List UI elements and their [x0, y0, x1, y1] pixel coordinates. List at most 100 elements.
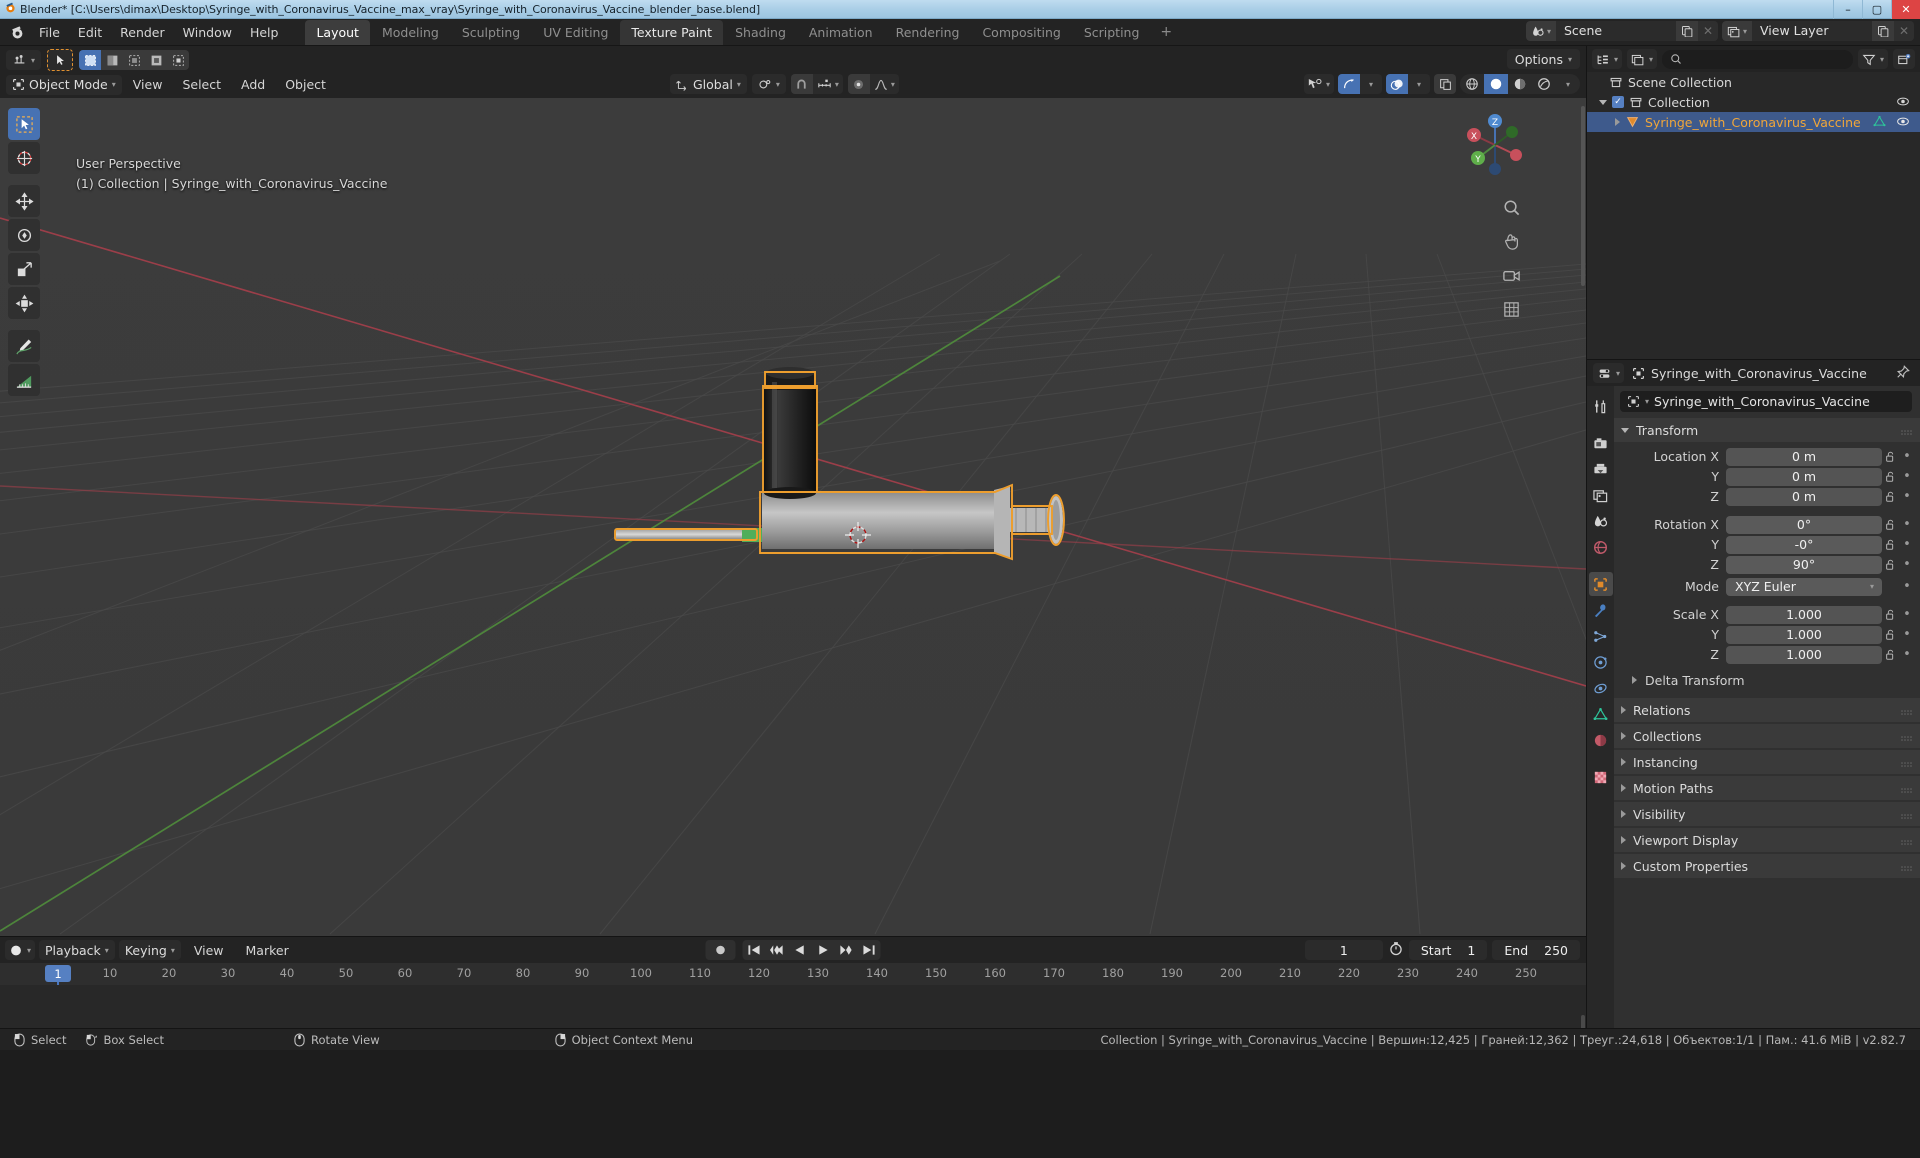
timeline-marker-menu[interactable]: Marker — [237, 940, 298, 961]
workspace-tab-scripting[interactable]: Scripting — [1073, 20, 1151, 45]
viewport-3d[interactable]: ▾ Object Mode ▾ View Select Add Object G… — [0, 46, 1586, 936]
use-preview-range-icon[interactable] — [1388, 941, 1404, 959]
end-frame-value[interactable]: 250 — [1544, 943, 1568, 958]
animate-location-x-icon[interactable]: • — [1899, 450, 1915, 463]
select-extend-button[interactable] — [101, 50, 124, 70]
object-visibility-eye-icon[interactable] — [1896, 115, 1910, 131]
input-scale-x[interactable]: 1.000 — [1726, 605, 1882, 624]
tab-physics[interactable] — [1589, 650, 1613, 674]
end-frame-field[interactable]: End 250 — [1492, 940, 1580, 960]
panel-header-collections[interactable]: Collections — [1614, 724, 1920, 748]
lock-rotation-y-icon[interactable] — [1882, 539, 1899, 551]
outliner-row-scene-collection[interactable]: Scene Collection — [1587, 72, 1920, 92]
editor-type-selector[interactable]: ▾ — [6, 50, 42, 70]
outliner-editor-type-selector[interactable]: ▾ — [1592, 49, 1623, 69]
menu-help[interactable]: Help — [241, 22, 288, 43]
viewport-menu-object[interactable]: Object — [276, 74, 335, 95]
object-name-field[interactable]: ▾ Syringe_with_Coronavirus_Vaccine — [1620, 391, 1912, 412]
input-rotation-x[interactable]: 0° — [1726, 515, 1882, 534]
lock-rotation-x-icon[interactable] — [1882, 519, 1899, 531]
tab-object-data[interactable] — [1589, 702, 1613, 726]
outliner-row-collection[interactable]: ✓ Collection — [1587, 92, 1920, 112]
show-gizmo-toggle[interactable] — [1338, 74, 1360, 94]
collection-visibility-eye-icon[interactable] — [1896, 95, 1910, 111]
solid-shading-button[interactable] — [1484, 74, 1508, 94]
panel-header-delta-transform[interactable]: Delta Transform — [1614, 670, 1920, 690]
view-layer-selector[interactable]: ▾ View Layer ✕ — [1721, 21, 1914, 41]
mesh-data-icon[interactable] — [1873, 115, 1886, 131]
input-rotation-y[interactable]: -0° — [1726, 535, 1882, 554]
tab-particles[interactable] — [1589, 624, 1613, 648]
gizmo-options-dropdown[interactable]: ▾ — [1360, 74, 1382, 94]
object-expand-triangle-icon[interactable] — [1615, 118, 1620, 126]
zoom-view-icon[interactable] — [1498, 194, 1524, 220]
pivot-point-selector[interactable]: ▾ — [751, 74, 786, 94]
input-scale-y[interactable]: 1.000 — [1726, 625, 1882, 644]
tab-view-layer[interactable] — [1589, 483, 1613, 507]
navigation-gizmo[interactable]: Z X Y — [1456, 106, 1534, 184]
timeline-playback-menu[interactable]: Playback ▾ — [39, 940, 115, 960]
tool-rotate[interactable] — [8, 219, 40, 251]
panel-header-instancing[interactable]: Instancing — [1614, 750, 1920, 774]
lock-rotation-z-icon[interactable] — [1882, 559, 1899, 571]
lock-location-z-icon[interactable] — [1882, 491, 1899, 503]
timeline-playhead[interactable]: 1 — [45, 965, 71, 982]
select-invert-button[interactable] — [145, 50, 168, 70]
input-location-x[interactable]: 0 m — [1726, 447, 1882, 466]
animate-location-z-icon[interactable]: • — [1899, 490, 1915, 503]
menu-edit[interactable]: Edit — [69, 22, 111, 43]
play-button[interactable] — [812, 940, 835, 960]
tab-object[interactable] — [1588, 572, 1613, 596]
add-workspace-button[interactable]: + — [1151, 20, 1181, 44]
options-button[interactable]: Options ▾ — [1506, 49, 1580, 69]
lock-scale-y-icon[interactable] — [1882, 629, 1899, 641]
viewport-menu-select[interactable]: Select — [173, 74, 230, 95]
play-reverse-button[interactable] — [789, 940, 812, 960]
lock-location-y-icon[interactable] — [1882, 471, 1899, 483]
view-layer-new-icon[interactable] — [1872, 21, 1894, 41]
auto-keying-button[interactable] — [705, 940, 736, 960]
workspace-tab-uv-editing[interactable]: UV Editing — [532, 20, 619, 45]
tool-move[interactable] — [8, 185, 40, 217]
animate-rotation-y-icon[interactable]: • — [1899, 538, 1915, 551]
workspace-tab-rendering[interactable]: Rendering — [885, 20, 971, 45]
viewport-scrollbar[interactable] — [1581, 106, 1585, 286]
toggle-orthographic-icon[interactable] — [1498, 296, 1524, 322]
panel-header-viewport-display[interactable]: Viewport Display — [1614, 828, 1920, 852]
menu-render[interactable]: Render — [111, 22, 174, 43]
tab-scene[interactable] — [1589, 509, 1613, 533]
select-set-button[interactable] — [79, 50, 102, 70]
tool-transform[interactable] — [8, 287, 40, 319]
workspace-tab-texture-paint[interactable]: Texture Paint — [620, 19, 724, 45]
collection-expand-triangle-icon[interactable] — [1599, 99, 1607, 105]
animate-scale-y-icon[interactable]: • — [1899, 628, 1915, 641]
tab-modifiers[interactable] — [1589, 598, 1613, 622]
workspace-tab-animation[interactable]: Animation — [798, 20, 884, 45]
scene-selector[interactable]: ▾ Scene ✕ — [1525, 21, 1718, 41]
workspace-tab-sculpting[interactable]: Sculpting — [451, 20, 531, 45]
view-layer-name[interactable]: View Layer — [1752, 21, 1872, 41]
material-preview-button[interactable] — [1508, 74, 1532, 94]
timeline-editor-type-selector[interactable]: ▾ — [5, 940, 36, 960]
scene-new-icon[interactable] — [1675, 21, 1698, 41]
panel-header-custom-properties[interactable]: Custom Properties — [1614, 854, 1920, 878]
shading-options-dropdown[interactable]: ▾ — [1556, 74, 1580, 94]
viewport-menu-view[interactable]: View — [124, 74, 172, 95]
transform-orientation-selector[interactable]: Global ▾ — [670, 74, 747, 94]
input-scale-z[interactable]: 1.000 — [1726, 645, 1882, 664]
panel-header-visibility[interactable]: Visibility — [1614, 802, 1920, 826]
outliner-filter-button[interactable]: ▾ — [1857, 49, 1888, 69]
blender-logo-icon[interactable] — [4, 21, 30, 43]
view-layer-icon[interactable]: ▾ — [1721, 21, 1752, 41]
scene-name[interactable]: Scene — [1555, 21, 1676, 41]
tool-annotate[interactable] — [8, 330, 40, 362]
camera-view-icon[interactable] — [1498, 262, 1524, 288]
outliner-display-mode-selector[interactable]: ▾ — [1627, 49, 1658, 69]
mode-selector[interactable]: Object Mode ▾ — [6, 74, 122, 95]
tool-scale[interactable] — [8, 253, 40, 285]
input-location-y[interactable]: 0 m — [1726, 467, 1882, 486]
lock-scale-x-icon[interactable] — [1882, 609, 1899, 621]
maximize-button[interactable]: ▢ — [1862, 0, 1891, 19]
overlay-options-dropdown[interactable]: ▾ — [1408, 74, 1430, 94]
workspace-tab-layout[interactable]: Layout — [305, 19, 370, 45]
